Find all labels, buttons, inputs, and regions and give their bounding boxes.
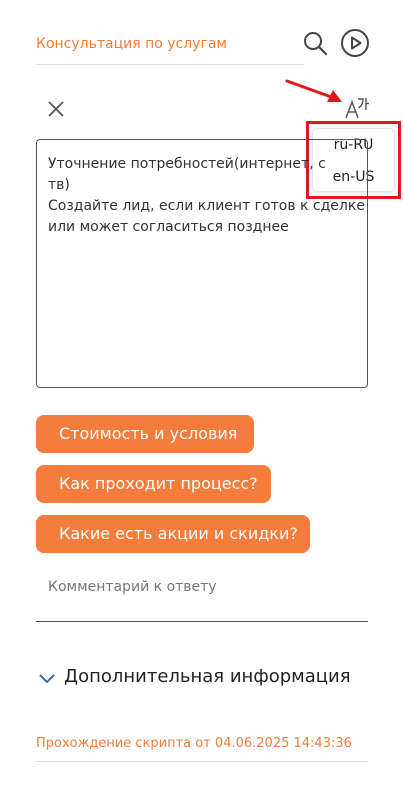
divider [36,761,368,762]
extra-info-label: Дополнительная информация [64,666,351,687]
script-text-box[interactable]: Уточнение потребностей(интернет, с тв) С… [36,139,368,388]
header-bar: Консультация по услугам [36,26,376,65]
script-text-line: или может согласиться позднее [48,219,289,235]
title-underline [36,64,304,65]
reply-cost-conditions-button[interactable]: Стоимость и условия [36,415,254,453]
script-text-line: Создайте лид, если клиент готов к сделке [48,198,365,214]
script-run-link[interactable]: Прохождение скрипта от 04.06.2025 14:43:… [36,736,352,751]
close-icon[interactable] [46,99,66,119]
comment-placeholder: Комментарий к ответу [48,579,217,595]
translate-icon[interactable] [344,96,370,122]
annotation-arrow [285,79,342,102]
chevron-down-icon [39,674,55,684]
reply-process-button[interactable]: Как проходит процесс? [36,465,271,503]
script-title[interactable]: Консультация по услугам [36,36,227,52]
script-text-line: Уточнение потребностей(интернет, с [48,156,326,172]
comment-input[interactable]: Комментарий к ответу [36,566,368,622]
play-icon[interactable] [340,28,370,58]
reply-promotions-button[interactable]: Какие есть акции и скидки? [36,515,310,553]
script-text-line: тв) [48,177,70,193]
search-icon[interactable] [302,30,328,56]
